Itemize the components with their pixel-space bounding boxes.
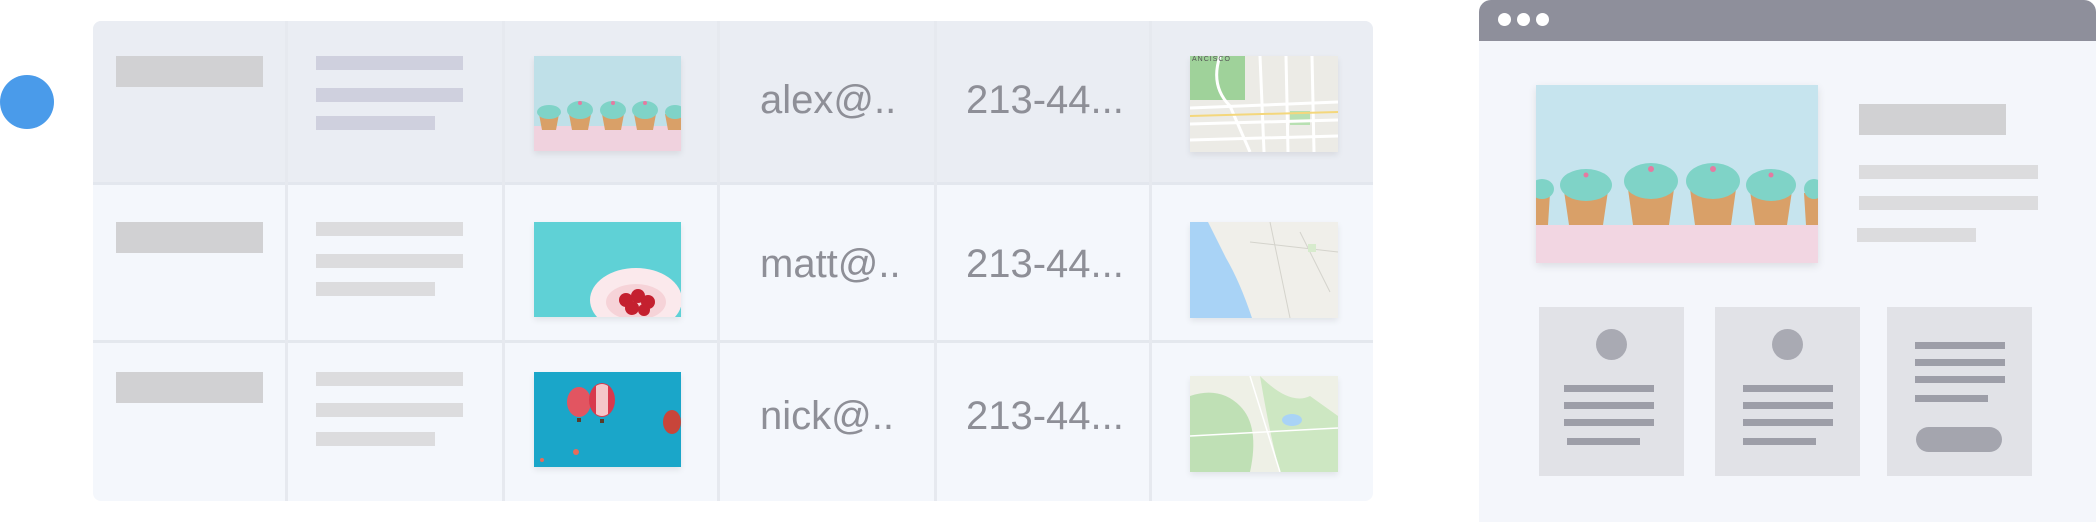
phone-cell: 213-44...: [966, 394, 1124, 438]
phone-cell: 213-44...: [966, 242, 1124, 286]
column-divider: [717, 21, 720, 501]
card-text-line: [1915, 342, 2005, 349]
card-text-line: [1915, 376, 2005, 383]
text-placeholder-line: [316, 432, 435, 446]
card-text-line: [1564, 402, 1654, 409]
column-divider: [934, 21, 937, 501]
text-placeholder-line: [1859, 196, 2038, 210]
text-placeholder-line: [316, 116, 435, 130]
map-label: ANCISCO: [1192, 56, 1231, 63]
card-text-line: [1743, 402, 1833, 409]
strawberry-thumbnail[interactable]: [534, 222, 681, 317]
profile-card[interactable]: [1715, 307, 1860, 476]
title-placeholder: [1859, 104, 2006, 135]
window-dot-icon[interactable]: [1517, 13, 1530, 26]
card-text-line: [1915, 395, 1988, 402]
column-divider: [502, 21, 505, 501]
email-cell: nick@..: [760, 394, 894, 438]
row-selection-indicator[interactable]: [0, 75, 54, 129]
hot-air-balloons-thumbnail[interactable]: [534, 372, 681, 467]
name-placeholder: [116, 222, 263, 253]
text-placeholder-line: [316, 372, 463, 386]
data-table: alex@.. 213-44... ANCISCO matt@.. 213-44…: [93, 21, 1373, 501]
card-text-line: [1915, 359, 2005, 366]
name-placeholder: [116, 372, 263, 403]
text-placeholder-line: [1857, 228, 1976, 242]
window-dot-icon[interactable]: [1498, 13, 1511, 26]
profile-card[interactable]: [1539, 307, 1684, 476]
city-map-thumbnail[interactable]: ANCISCO: [1190, 56, 1338, 152]
text-placeholder-line: [316, 222, 463, 236]
card-action-button[interactable]: [1916, 427, 2002, 452]
browser-window: [1479, 0, 2096, 522]
text-placeholder-line: [316, 56, 463, 70]
card-text-line: [1564, 385, 1654, 392]
coastline-map-thumbnail[interactable]: [1190, 222, 1338, 318]
name-placeholder: [116, 56, 263, 87]
text-placeholder-line: [1859, 165, 2038, 179]
card-text-line: [1743, 419, 1833, 426]
card-text-line: [1743, 385, 1833, 392]
terrain-map-thumbnail[interactable]: [1190, 376, 1338, 472]
phone-cell: 213-44...: [966, 78, 1124, 122]
text-placeholder-line: [316, 88, 463, 102]
hero-image: [1536, 85, 1818, 263]
avatar-icon: [1596, 329, 1627, 360]
email-cell: alex@..: [760, 78, 897, 122]
text-placeholder-line: [316, 254, 463, 268]
window-dot-icon[interactable]: [1536, 13, 1549, 26]
text-card[interactable]: [1887, 307, 2032, 476]
email-cell: matt@..: [760, 242, 901, 286]
text-placeholder-line: [316, 403, 463, 417]
card-text-line: [1564, 419, 1654, 426]
card-text-line: [1743, 438, 1816, 445]
card-text-line: [1567, 438, 1640, 445]
avatar-icon: [1772, 329, 1803, 360]
column-divider: [1149, 21, 1152, 501]
column-divider: [285, 21, 288, 501]
browser-title-bar: [1479, 0, 2096, 41]
cupcakes-thumbnail[interactable]: [534, 56, 681, 151]
text-placeholder-line: [316, 282, 435, 296]
